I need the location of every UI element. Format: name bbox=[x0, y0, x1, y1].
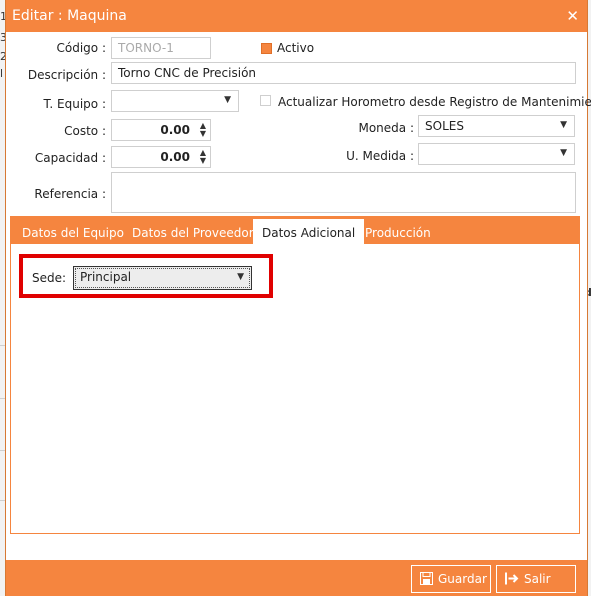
t-equipo-label: T. Equipo : bbox=[43, 97, 107, 111]
capacidad-field[interactable]: 0.00 ▲ ▼ bbox=[111, 146, 211, 168]
chevron-down-icon: ▼ bbox=[560, 148, 567, 158]
u-medida-label: U. Medida : bbox=[346, 149, 414, 163]
t-equipo-select[interactable]: ▼ bbox=[111, 90, 239, 112]
tab-datos-del-proveedor[interactable]: Datos del Proveedor bbox=[123, 221, 263, 244]
salir-label: Salir bbox=[524, 572, 551, 586]
referencia-label: Referencia : bbox=[34, 187, 106, 201]
close-icon[interactable]: ✕ bbox=[566, 7, 579, 25]
moneda-value: SOLES bbox=[425, 119, 464, 133]
guardar-button[interactable]: Guardar bbox=[411, 565, 491, 593]
floppy-disk-icon bbox=[420, 572, 433, 585]
chevron-down-icon: ▼ bbox=[237, 272, 244, 282]
tab-bar: Datos del Equipo Datos del Proveedor Dat… bbox=[10, 216, 580, 244]
dialog-footer: Guardar Salir bbox=[6, 560, 587, 596]
moneda-label: Moneda : bbox=[358, 121, 414, 135]
tab-datos-adicional[interactable]: Datos Adicional bbox=[253, 219, 365, 244]
codigo-label: Código : bbox=[56, 41, 107, 55]
focus-ring bbox=[75, 268, 250, 288]
salir-button[interactable]: Salir bbox=[496, 565, 576, 593]
moneda-select[interactable]: SOLES ▼ bbox=[418, 115, 575, 137]
sede-select[interactable]: Principal ▼ bbox=[73, 266, 252, 290]
capacidad-value: 0.00 bbox=[160, 150, 190, 164]
descripcion-field[interactable]: Torno CNC de Precisión bbox=[111, 62, 576, 84]
referencia-textarea[interactable] bbox=[111, 172, 576, 213]
guardar-label: Guardar bbox=[438, 572, 487, 586]
chevron-down-icon: ▼ bbox=[224, 95, 231, 105]
edit-machine-dialog: Editar : Maquina ✕ Código : TORNO-1 Acti… bbox=[6, 0, 591, 596]
spinner-arrows-icon[interactable]: ▲ ▼ bbox=[198, 122, 208, 138]
tab-datos-del-equipo[interactable]: Datos del Equipo bbox=[13, 221, 133, 244]
actualizar-horometro-label: Actualizar Horometro desde Registro de M… bbox=[278, 95, 591, 109]
actualizar-horometro-checkbox[interactable] bbox=[260, 95, 271, 106]
costo-field[interactable]: 0.00 ▲ ▼ bbox=[111, 119, 211, 141]
activo-checkbox[interactable] bbox=[261, 43, 272, 54]
costo-label: Costo : bbox=[64, 124, 106, 138]
codigo-field[interactable]: TORNO-1 bbox=[111, 37, 211, 59]
activo-label: Activo bbox=[277, 41, 315, 55]
descripcion-label: Descripción : bbox=[27, 68, 106, 82]
dialog-title: Editar : Maquina bbox=[12, 8, 127, 24]
dialog-titlebar: Editar : Maquina ✕ bbox=[6, 0, 587, 32]
spinner-arrows-icon[interactable]: ▲ ▼ bbox=[198, 149, 208, 165]
sede-label: Sede: bbox=[32, 271, 67, 285]
costo-value: 0.00 bbox=[160, 123, 190, 137]
capacidad-label: Capacidad : bbox=[34, 151, 106, 165]
tab-produccion[interactable]: Producción bbox=[356, 221, 440, 244]
u-medida-select[interactable]: ▼ bbox=[418, 143, 575, 165]
exit-arrow-icon bbox=[505, 572, 519, 585]
chevron-down-icon: ▼ bbox=[560, 120, 567, 130]
